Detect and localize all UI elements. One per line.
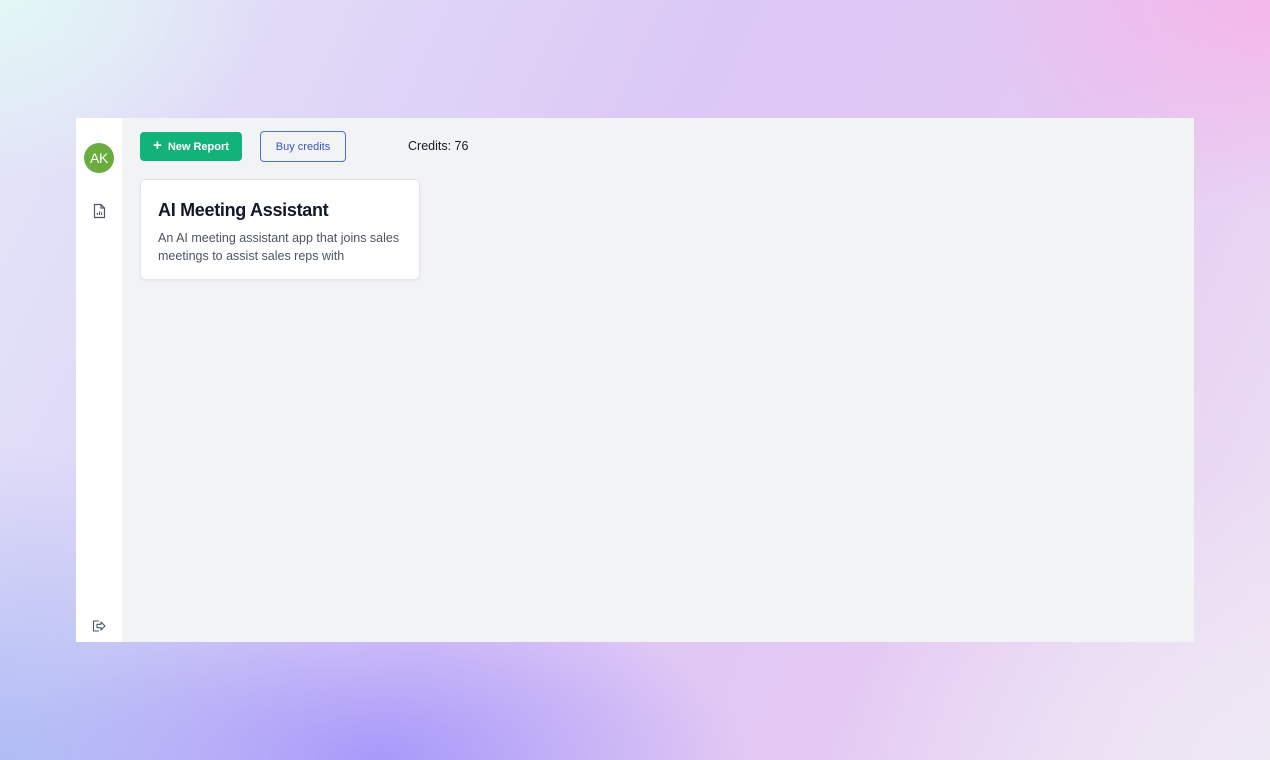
report-card[interactable]: AI Meeting Assistant An AI meeting assis…	[140, 179, 420, 280]
main-content: + New Report Buy credits Credits: 76 AI …	[122, 118, 1194, 642]
logout-icon	[92, 620, 106, 632]
new-report-label: New Report	[167, 140, 229, 153]
buy-credits-button[interactable]: Buy credits	[260, 131, 346, 162]
logout-button[interactable]	[92, 619, 106, 633]
report-card-description: An AI meeting assistant app that joins s…	[158, 231, 400, 263]
plus-icon: +	[153, 137, 162, 154]
nav-reports-button[interactable]	[92, 202, 106, 219]
new-report-button[interactable]: + New Report	[140, 132, 242, 161]
credits-balance: Credits: 76	[408, 139, 469, 153]
buy-credits-label: Buy credits	[275, 140, 331, 153]
avatar[interactable]: AK	[84, 143, 114, 173]
report-document-icon	[93, 203, 105, 218]
report-card-title: AI Meeting Assistant	[158, 200, 329, 220]
sidebar: AK	[76, 118, 122, 642]
app-window: AK + New Report Buy credits Credits: 76 …	[76, 118, 1194, 642]
